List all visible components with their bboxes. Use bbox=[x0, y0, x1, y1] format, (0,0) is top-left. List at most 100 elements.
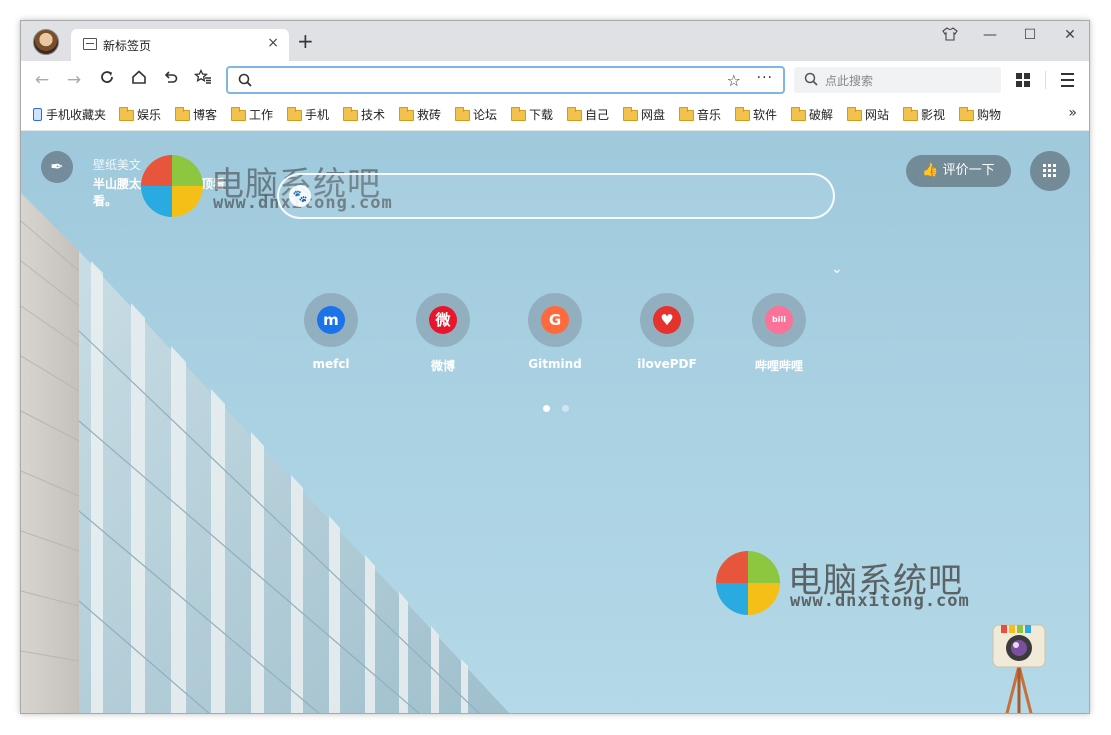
toolbar-divider bbox=[1045, 71, 1046, 89]
search-icon bbox=[804, 72, 818, 89]
quill-icon[interactable]: ✒ bbox=[41, 151, 73, 183]
address-bar[interactable]: ☆ ··· bbox=[226, 66, 785, 94]
bookmark-label: 影视 bbox=[921, 108, 946, 122]
quick-site-tile[interactable]: m mefcl bbox=[281, 293, 381, 371]
site-icon-ring: 微 bbox=[416, 293, 470, 347]
reload-button[interactable] bbox=[96, 69, 118, 91]
user-avatar[interactable] bbox=[33, 29, 59, 55]
phone-icon bbox=[33, 108, 42, 121]
quick-site-tile[interactable]: 微微博 bbox=[393, 293, 493, 374]
bookmark-folder[interactable]: 网盘 bbox=[623, 106, 665, 122]
bookmark-folder[interactable]: 下载 bbox=[511, 106, 553, 122]
back-button[interactable]: ← bbox=[31, 69, 53, 91]
folder-icon bbox=[287, 107, 302, 121]
folder-icon bbox=[455, 107, 470, 121]
folder-icon bbox=[791, 107, 806, 121]
quick-site-tile[interactable]: bili 哔哩哔哩 bbox=[729, 293, 829, 374]
home-button[interactable] bbox=[128, 69, 150, 91]
bookmark-label: 软件 bbox=[753, 108, 778, 122]
bookmark-folder[interactable]: 工作 bbox=[231, 106, 273, 122]
bookmark-folder[interactable]: 救砖 bbox=[399, 106, 441, 122]
bookmark-folder[interactable]: 破解 bbox=[791, 106, 833, 122]
search-box[interactable]: 点此搜索 bbox=[794, 67, 1001, 93]
page-indicator-dot[interactable] bbox=[562, 405, 569, 412]
folder-icon bbox=[903, 107, 918, 121]
bookmark-folder[interactable]: 技术 bbox=[343, 106, 385, 122]
bookmark-label: 博客 bbox=[193, 108, 218, 122]
browser-window: 新标签页 × + — ☐ ✕ ← → ☆ ··· 点此搜索 手机收藏夹 娱乐 博… bbox=[20, 20, 1090, 714]
bookmark-label: 下载 bbox=[529, 108, 554, 122]
bookmark-label: 音乐 bbox=[697, 108, 722, 122]
undo-close-button[interactable] bbox=[160, 69, 182, 91]
thumbs-up-icon: 👍 bbox=[922, 163, 939, 178]
navigation-toolbar: ← → ☆ ··· 点此搜索 bbox=[21, 61, 1089, 99]
menu-icon[interactable] bbox=[1061, 73, 1074, 91]
site-logo-icon: G bbox=[541, 306, 569, 334]
site-icon-ring: G bbox=[528, 293, 582, 347]
favorites-icon[interactable] bbox=[192, 68, 214, 91]
bookmark-label: 购物 bbox=[977, 108, 1002, 122]
watermark-logo bbox=[141, 155, 203, 217]
site-label: mefcl bbox=[312, 357, 350, 371]
quick-site-tile[interactable]: G Gitmind bbox=[505, 293, 605, 371]
bookmark-folder[interactable]: 购物 bbox=[959, 106, 1001, 122]
bookmarks-bar: 手机收藏夹 娱乐 博客 工作 手机 技术 救砖 论坛 下载 自己 网盘 音乐 软件 破解 网站 影视 购物 » bbox=[21, 99, 1089, 131]
bookmark-folder[interactable]: 网站 bbox=[847, 106, 889, 122]
bookmark-folder[interactable]: 手机 bbox=[287, 106, 329, 122]
wallpaper-title: 壁纸美文 bbox=[93, 158, 142, 172]
bookmark-folder[interactable]: 软件 bbox=[735, 106, 777, 122]
site-icon-ring: bili bbox=[752, 293, 806, 347]
baidu-paw-icon: 🐾 bbox=[289, 185, 311, 207]
watermark-url-large: www.dnxitong.com bbox=[790, 591, 970, 611]
folder-icon bbox=[343, 107, 358, 121]
bookmark-folder[interactable]: 博客 bbox=[175, 106, 217, 122]
bookmark-folder[interactable]: 自己 bbox=[567, 106, 609, 122]
tab-new-tab[interactable]: 新标签页 × bbox=[71, 29, 289, 61]
folder-icon bbox=[399, 107, 414, 121]
bookmark-star-icon[interactable]: ☆ bbox=[727, 71, 741, 90]
site-logo-icon: ♥ bbox=[653, 306, 681, 334]
skin-icon[interactable] bbox=[940, 27, 960, 45]
folder-icon bbox=[623, 107, 638, 121]
apps-grid-icon[interactable] bbox=[1016, 73, 1030, 87]
site-icon-ring: m bbox=[304, 293, 358, 347]
bookmark-folder[interactable]: 论坛 bbox=[455, 106, 497, 122]
folder-icon bbox=[511, 107, 526, 121]
bookmark-folder[interactable]: 影视 bbox=[903, 106, 945, 122]
quick-site-tile[interactable]: ♥ ilovePDF bbox=[617, 293, 717, 371]
tab-bar: 新标签页 × + — ☐ ✕ bbox=[21, 21, 1089, 61]
site-label: 哔哩哔哩 bbox=[754, 359, 803, 373]
tab-title: 新标签页 bbox=[103, 39, 152, 53]
bookmark-label: 破解 bbox=[809, 108, 834, 122]
bookmark-mobile-favorites[interactable]: 手机收藏夹 bbox=[33, 106, 106, 122]
site-logo-icon: bili bbox=[765, 306, 793, 334]
folder-icon bbox=[847, 107, 862, 121]
bookmark-label: 手机 bbox=[305, 108, 330, 122]
baidu-search-box[interactable]: 🐾 bbox=[277, 173, 835, 219]
bookmark-label: 网站 bbox=[865, 108, 890, 122]
new-tab-page: ✒ 壁纸美文 半山腰太挤了，去山顶看看。 电脑系统吧 www.dnxitong.… bbox=[21, 131, 1089, 714]
new-tab-button[interactable]: + bbox=[297, 31, 314, 51]
maximize-button[interactable]: ☐ bbox=[1020, 27, 1040, 43]
chevron-down-icon[interactable]: ⌄ bbox=[831, 261, 843, 277]
more-options-icon[interactable]: ··· bbox=[757, 70, 773, 86]
page-indicator-dot[interactable] bbox=[543, 405, 550, 412]
close-window-button[interactable]: ✕ bbox=[1060, 27, 1080, 43]
bookmark-label: 自己 bbox=[585, 108, 610, 122]
tab-close-button[interactable]: × bbox=[267, 35, 279, 51]
wallpaper-camera-icon[interactable] bbox=[991, 621, 1047, 714]
folder-icon bbox=[959, 107, 974, 121]
bookmark-label: 娱乐 bbox=[137, 108, 162, 122]
search-icon bbox=[238, 73, 252, 90]
bookmark-label: 论坛 bbox=[473, 108, 498, 122]
folder-icon bbox=[175, 107, 190, 121]
apps-menu-button[interactable] bbox=[1030, 151, 1070, 191]
bookmark-folder[interactable]: 音乐 bbox=[679, 106, 721, 122]
forward-button[interactable]: → bbox=[63, 69, 85, 91]
site-logo-icon: m bbox=[317, 306, 345, 334]
bookmarks-overflow-button[interactable]: » bbox=[1068, 105, 1077, 121]
minimize-button[interactable]: — bbox=[980, 27, 1000, 43]
rate-button[interactable]: 👍 评价一下 bbox=[906, 155, 1011, 187]
bookmark-folder[interactable]: 娱乐 bbox=[119, 106, 161, 122]
folder-icon bbox=[735, 107, 750, 121]
